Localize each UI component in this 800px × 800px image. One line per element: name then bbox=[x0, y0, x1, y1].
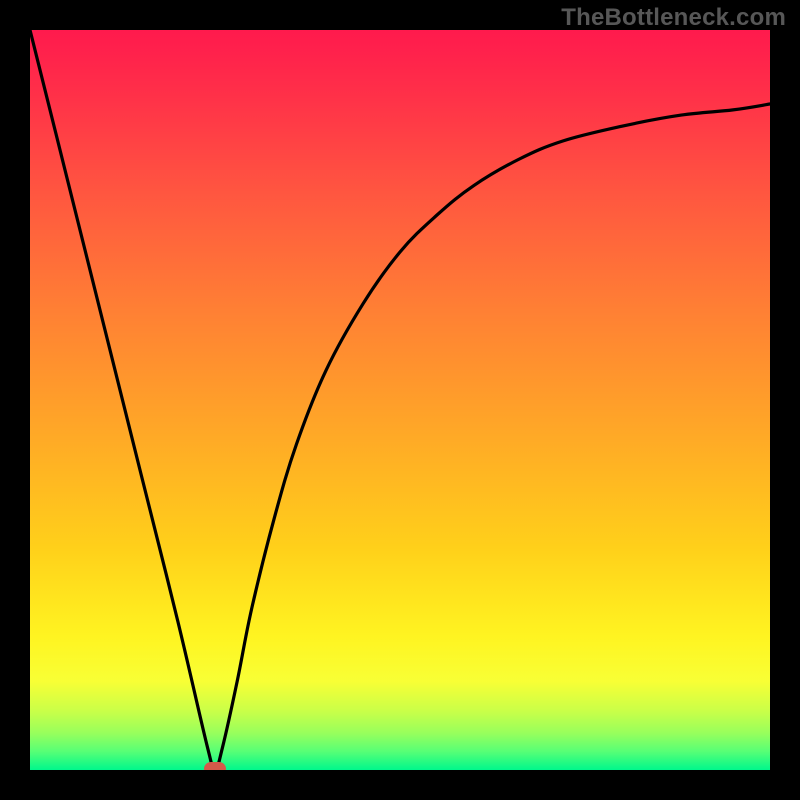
curve-path bbox=[30, 30, 770, 770]
bottleneck-curve bbox=[30, 30, 770, 770]
plot-area bbox=[30, 30, 770, 770]
chart-frame: TheBottleneck.com bbox=[0, 0, 800, 800]
minimum-marker bbox=[204, 762, 226, 770]
watermark-text: TheBottleneck.com bbox=[561, 4, 786, 32]
